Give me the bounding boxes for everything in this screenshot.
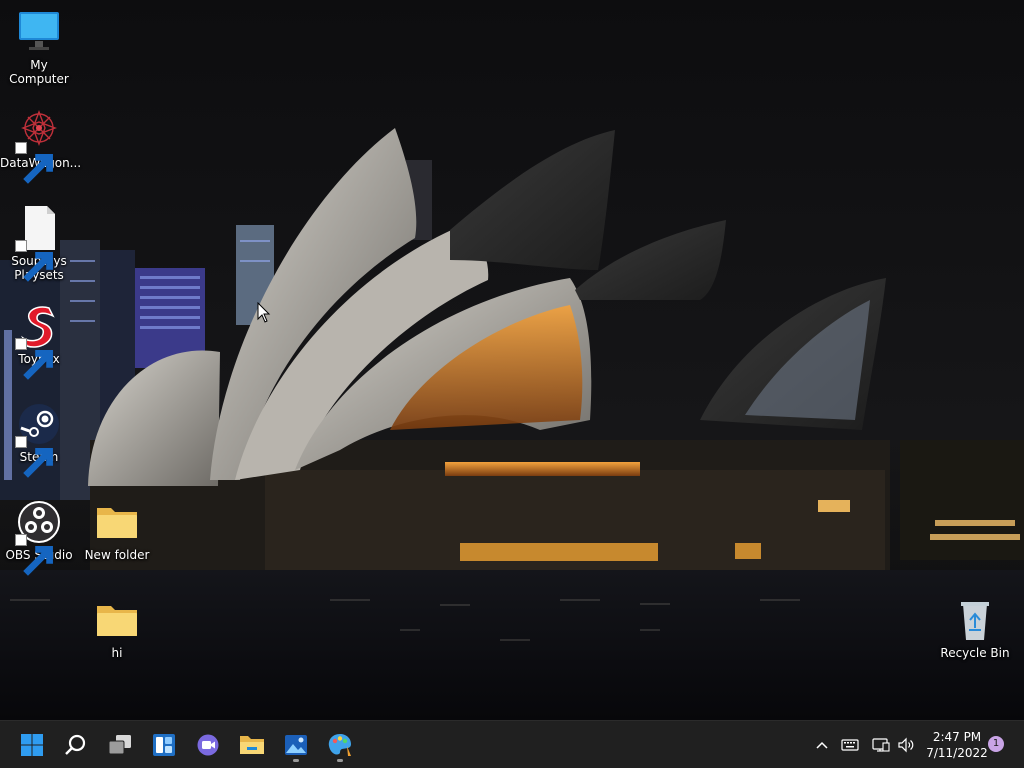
running-indicator (293, 759, 299, 762)
shortcut-arrow-icon (15, 142, 53, 184)
monitor-icon (15, 8, 63, 56)
photos-icon (285, 735, 307, 755)
desktop-icon-recycle-bin[interactable]: Recycle Bin (936, 596, 1014, 660)
folder-icon (93, 498, 141, 546)
toybox-icon (15, 302, 63, 380)
input-indicator-button[interactable] (841, 737, 859, 753)
desktop-icon-new-folder[interactable]: New folder (78, 498, 156, 562)
shortcut-arrow-icon (15, 534, 53, 576)
desktop-icon-label: hi (111, 646, 123, 660)
mouse-cursor-icon (257, 301, 271, 324)
volume-icon (898, 737, 914, 753)
shortcut-arrow-icon (15, 436, 53, 478)
search-icon (65, 734, 86, 755)
file-explorer-icon (240, 736, 264, 754)
desktop-icon-hi[interactable]: hi (78, 596, 156, 660)
taskbar-file-explorer-button[interactable] (234, 727, 270, 763)
steam-icon (15, 400, 63, 478)
show-hidden-icons-button[interactable] (814, 737, 832, 753)
desktop-icon-label: Recycle Bin (940, 646, 1010, 660)
desktop-icon-toybox[interactable]: Toybox (0, 302, 78, 380)
notification-badge[interactable]: 1 (988, 736, 1004, 752)
shortcut-arrow-icon (15, 338, 53, 380)
chevron-up-icon (816, 741, 828, 749)
taskbar-photos-button[interactable] (278, 727, 314, 763)
taskbar-task-view-button[interactable] (102, 727, 138, 763)
teams-chat-icon (197, 734, 219, 756)
obs-icon (15, 498, 63, 576)
taskbar-search-button[interactable] (58, 727, 94, 763)
shortcut-arrow-icon (15, 240, 53, 282)
paint-icon (328, 734, 351, 756)
desktop-icon-my-computer[interactable]: My Computer (0, 8, 78, 86)
clock-time: 2:47 PM (932, 730, 982, 744)
desktop-icon-label: New folder (84, 548, 150, 562)
clock-date: 7/11/2022 (926, 746, 988, 760)
document-icon (15, 204, 63, 282)
widgets-icon (153, 734, 175, 756)
desktop-icon-souptoys-playsets[interactable]: Souptoys Playsets (0, 204, 78, 282)
desktop-icon-label: My Computer (9, 58, 69, 86)
recycle-bin-icon (951, 596, 999, 644)
network-icon (872, 738, 890, 752)
desktop-icon-steam[interactable]: Steam (0, 400, 78, 478)
clock[interactable]: 2:47 PM 7/11/2022 (922, 729, 992, 761)
desktop-icon-datawagon[interactable]: DataWagon... (0, 106, 81, 184)
datawagon-icon (15, 106, 63, 184)
taskbar-widgets-button[interactable] (146, 727, 182, 763)
windows-start-icon (21, 734, 43, 756)
taskbar-paint-button[interactable] (322, 727, 358, 763)
volume-button[interactable] (897, 737, 915, 753)
folder-icon (93, 596, 141, 644)
keyboard-icon (841, 739, 859, 751)
taskbar: 2:47 PM 7/11/2022 (0, 720, 1024, 768)
taskbar-chat-button[interactable] (190, 727, 226, 763)
running-indicator (337, 759, 343, 762)
taskbar-start-button[interactable] (14, 727, 50, 763)
desktop-icon-obs-studio[interactable]: OBS Studio (0, 498, 78, 576)
network-button[interactable] (872, 737, 890, 753)
task-view-icon (108, 735, 131, 755)
